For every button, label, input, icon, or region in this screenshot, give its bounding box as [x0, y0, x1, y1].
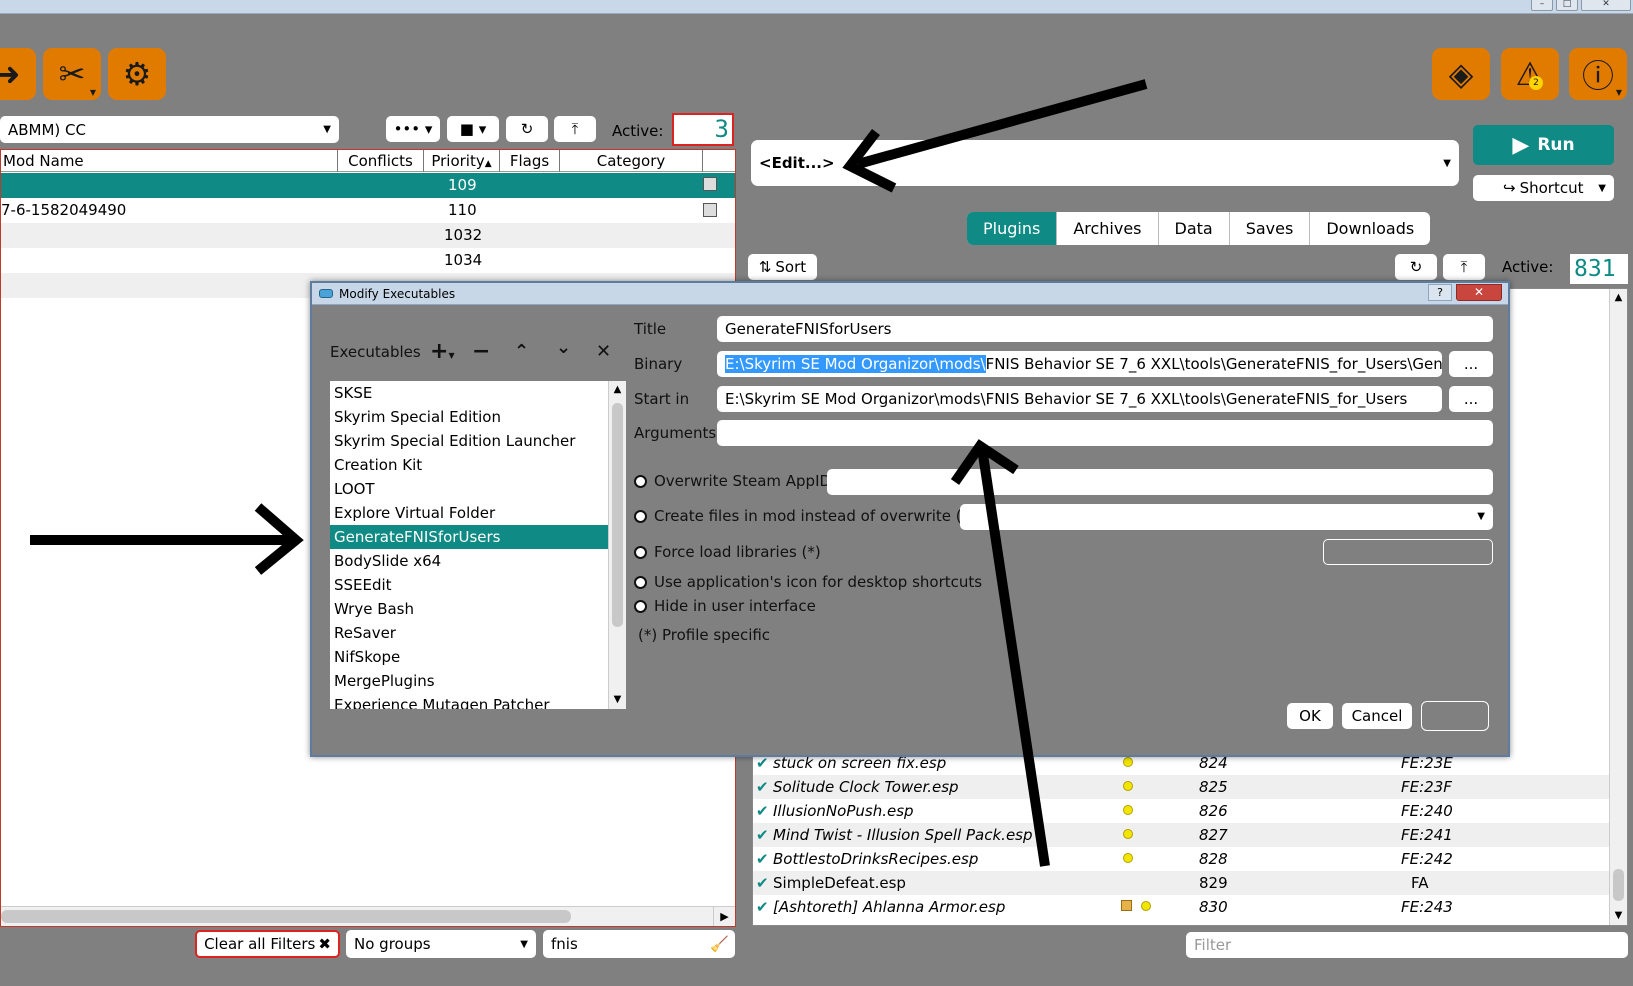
annotation-arrows	[30, 79, 1148, 867]
arrow-to-field	[977, 447, 1050, 867]
arrow-to-edit	[856, 79, 1148, 169]
